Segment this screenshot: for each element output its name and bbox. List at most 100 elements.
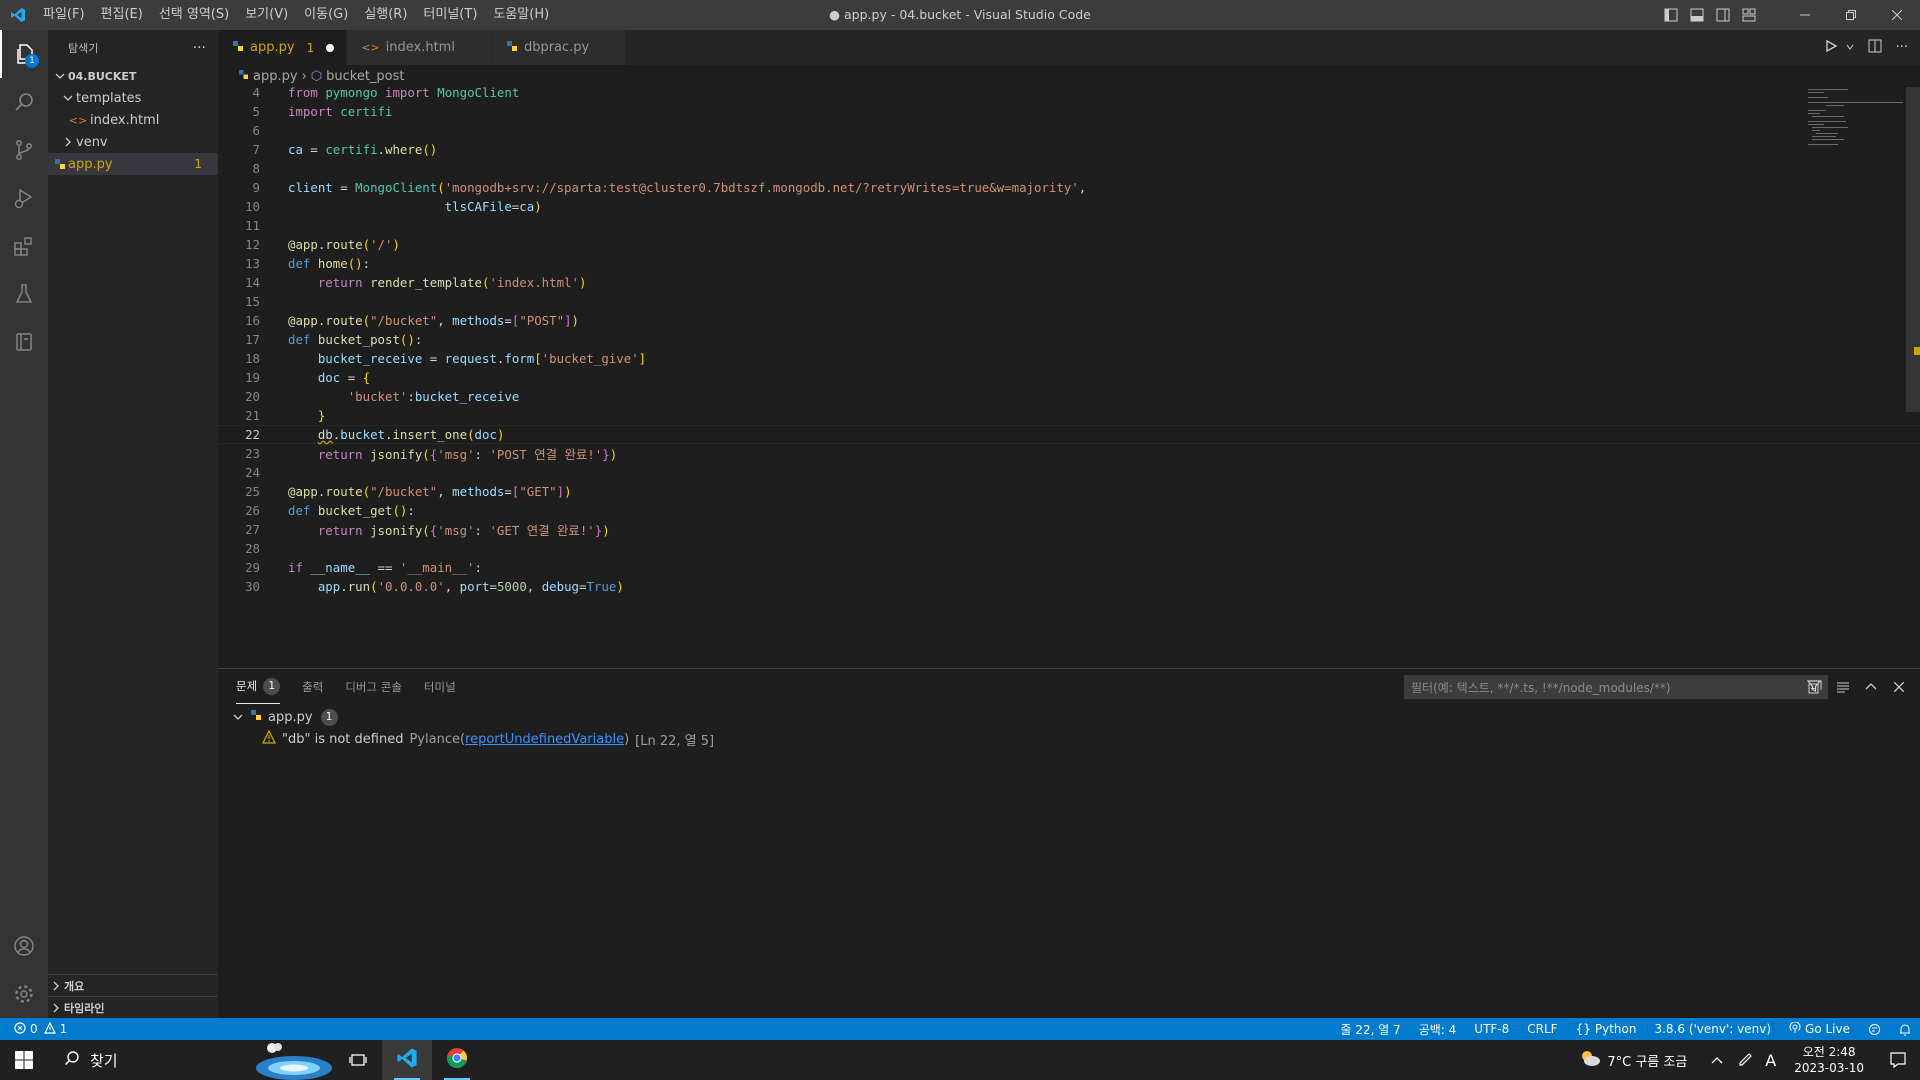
close-panel-icon[interactable] — [1888, 676, 1910, 698]
more-actions-icon[interactable]: ··· — [1896, 40, 1908, 55]
account-icon[interactable] — [0, 922, 48, 970]
split-editor-icon[interactable] — [1868, 39, 1882, 57]
settings-gear-icon[interactable] — [0, 970, 48, 1018]
problems-badge: 1 — [263, 678, 281, 695]
code-line: 18 bucket_receive = request.form['bucket… — [245, 351, 647, 366]
language-mode[interactable]: {} Python — [1567, 1022, 1646, 1036]
search-icon[interactable] — [0, 78, 48, 126]
menu-run[interactable]: 실행(R) — [356, 0, 415, 30]
close-icon[interactable] — [1874, 0, 1920, 30]
python-interpreter[interactable]: 3.8.6 ('venv': venv) — [1645, 1022, 1780, 1036]
tab-problems[interactable]: 문제 1 — [236, 678, 281, 704]
pen-icon[interactable] — [1737, 1050, 1753, 1070]
tab-terminal[interactable]: 터미널 — [424, 669, 456, 704]
taskbar-vscode[interactable] — [382, 1040, 432, 1080]
folder-root[interactable]: 04.BUCKET — [48, 65, 218, 87]
python-file-icon — [52, 158, 68, 170]
tab-debug-console[interactable]: 디버그 콘솔 — [345, 669, 402, 704]
code-line: 24 — [245, 465, 260, 480]
menu-go[interactable]: 이동(G) — [296, 0, 356, 30]
notification-center-icon[interactable] — [1876, 1051, 1920, 1069]
breadcrumb-file[interactable]: app.py — [253, 69, 298, 84]
problems-status[interactable]: 0 1 — [0, 1021, 67, 1037]
file-index-html[interactable]: <> index.html — [48, 109, 218, 131]
code-editor[interactable]: 4 from pymongo import MongoClient 5 import… — [218, 83, 1920, 596]
toggle-primary-sidebar-icon[interactable] — [1658, 0, 1684, 30]
code-line-current: 22 db.bucket.insert_one(doc) — [218, 425, 1920, 444]
outline-section[interactable]: 개요 — [48, 974, 218, 996]
explorer-icon[interactable]: 1 — [0, 30, 48, 78]
customize-layout-icon[interactable] — [1736, 0, 1762, 30]
notifications-bell-icon[interactable] — [1890, 1023, 1920, 1036]
code-line: 21 } — [245, 408, 326, 423]
maximize-panel-icon[interactable] — [1860, 676, 1882, 698]
more-actions-icon[interactable]: ··· — [193, 40, 206, 56]
folder-venv[interactable]: venv — [48, 131, 218, 153]
toggle-panel-icon[interactable] — [1684, 0, 1710, 30]
testing-icon[interactable] — [0, 270, 48, 318]
collapse-all-icon[interactable] — [1804, 676, 1826, 698]
windows-start-icon[interactable] — [0, 1040, 48, 1080]
timeline-section[interactable]: 타임라인 — [48, 996, 218, 1018]
code-line: 19 doc = { — [245, 370, 371, 385]
file-app-py[interactable]: app.py 1 — [48, 153, 218, 175]
menu-terminal[interactable]: 터미널(T) — [415, 0, 485, 30]
weather-cloud-icon[interactable] — [1579, 1049, 1601, 1071]
run-dropdown-icon[interactable] — [1846, 40, 1854, 55]
clock[interactable]: 오전 2:48 2023-03-10 — [1782, 1044, 1876, 1076]
unsaved-dot-icon[interactable] — [326, 43, 335, 52]
menu-file[interactable]: 파일(F) — [35, 0, 93, 30]
folder-templates[interactable]: templates — [48, 87, 218, 109]
chevron-right-icon — [60, 137, 76, 147]
menu-edit[interactable]: 편집(E) — [93, 0, 151, 30]
weather-text[interactable]: 7°C 구름 조금 — [1607, 1051, 1687, 1070]
task-view-icon[interactable] — [334, 1040, 382, 1080]
database-icon[interactable] — [0, 318, 48, 366]
chevron-right-icon: › — [301, 68, 307, 84]
run-debug-icon[interactable] — [0, 174, 48, 222]
go-live-button[interactable]: Go Live — [1780, 1021, 1859, 1037]
code-line: 17 def bucket_post(): — [245, 332, 423, 347]
code-line: 8 — [252, 161, 260, 176]
run-python-icon[interactable] — [1824, 39, 1838, 57]
source-control-icon[interactable] — [0, 126, 48, 174]
tab-bar: app.py 1 <> index.html dbprac.py ··· — [218, 30, 1920, 65]
problem-file-row[interactable]: app.py 1 — [218, 706, 1920, 728]
cursor-position[interactable]: 줄 22, 열 7 — [1331, 1021, 1409, 1038]
taskbar-search[interactable]: 찾기 — [48, 1040, 248, 1080]
feedback-icon[interactable] — [1859, 1023, 1890, 1036]
problems-filter-input[interactable]: 필터(예: 텍스트, **/*.ts, !**/node_modules/**) — [1404, 675, 1828, 699]
explorer-badge: 1 — [25, 54, 39, 68]
code-line: 26 def bucket_get(): — [245, 503, 415, 518]
status-bar: 0 1 줄 22, 열 7 공백: 4 UTF-8 CRLF {} Python… — [0, 1018, 1920, 1040]
problem-code-link[interactable]: reportUndefinedVariable — [465, 732, 624, 747]
chevron-down-icon — [230, 712, 246, 722]
method-icon: ⬡ — [310, 68, 323, 84]
tab-dbprac-py[interactable]: dbprac.py — [491, 30, 627, 65]
menu-view[interactable]: 보기(V) — [237, 0, 296, 30]
minimize-icon[interactable] — [1782, 0, 1828, 30]
tab-app-py[interactable]: app.py 1 — [218, 30, 348, 65]
encoding[interactable]: UTF-8 — [1465, 1022, 1518, 1036]
restore-icon[interactable] — [1828, 0, 1874, 30]
problem-location: [Ln 22, 열 5] — [635, 733, 715, 749]
problem-row[interactable]: "db" is not defined Pylance (reportUndef… — [218, 728, 1920, 750]
minimap[interactable] — [1806, 87, 1906, 147]
menu-help[interactable]: 도움말(H) — [485, 0, 557, 30]
breadcrumb-symbol[interactable]: bucket_post — [326, 69, 404, 84]
extensions-icon[interactable] — [0, 222, 48, 270]
code-line: 20 'bucket':bucket_receive — [245, 389, 520, 404]
tab-output[interactable]: 출력 — [302, 669, 323, 704]
taskbar-chrome[interactable] — [432, 1040, 482, 1080]
menu-selection[interactable]: 선택 영역(S) — [151, 0, 237, 30]
vertical-scrollbar[interactable] — [1906, 87, 1920, 412]
ime-indicator[interactable]: A — [1765, 1051, 1776, 1070]
tab-index-html[interactable]: <> index.html — [347, 30, 492, 65]
code-line: 27 return jsonify({'msg': 'GET 연결 완료!'}) — [245, 522, 610, 538]
show-hidden-icons-icon[interactable] — [1711, 1053, 1723, 1068]
search-highlight-image[interactable] — [254, 1040, 334, 1080]
end-of-line[interactable]: CRLF — [1518, 1022, 1566, 1036]
indentation[interactable]: 공백: 4 — [1410, 1021, 1466, 1038]
toggle-secondary-sidebar-icon[interactable] — [1710, 0, 1736, 30]
view-as-list-icon[interactable] — [1832, 676, 1854, 698]
